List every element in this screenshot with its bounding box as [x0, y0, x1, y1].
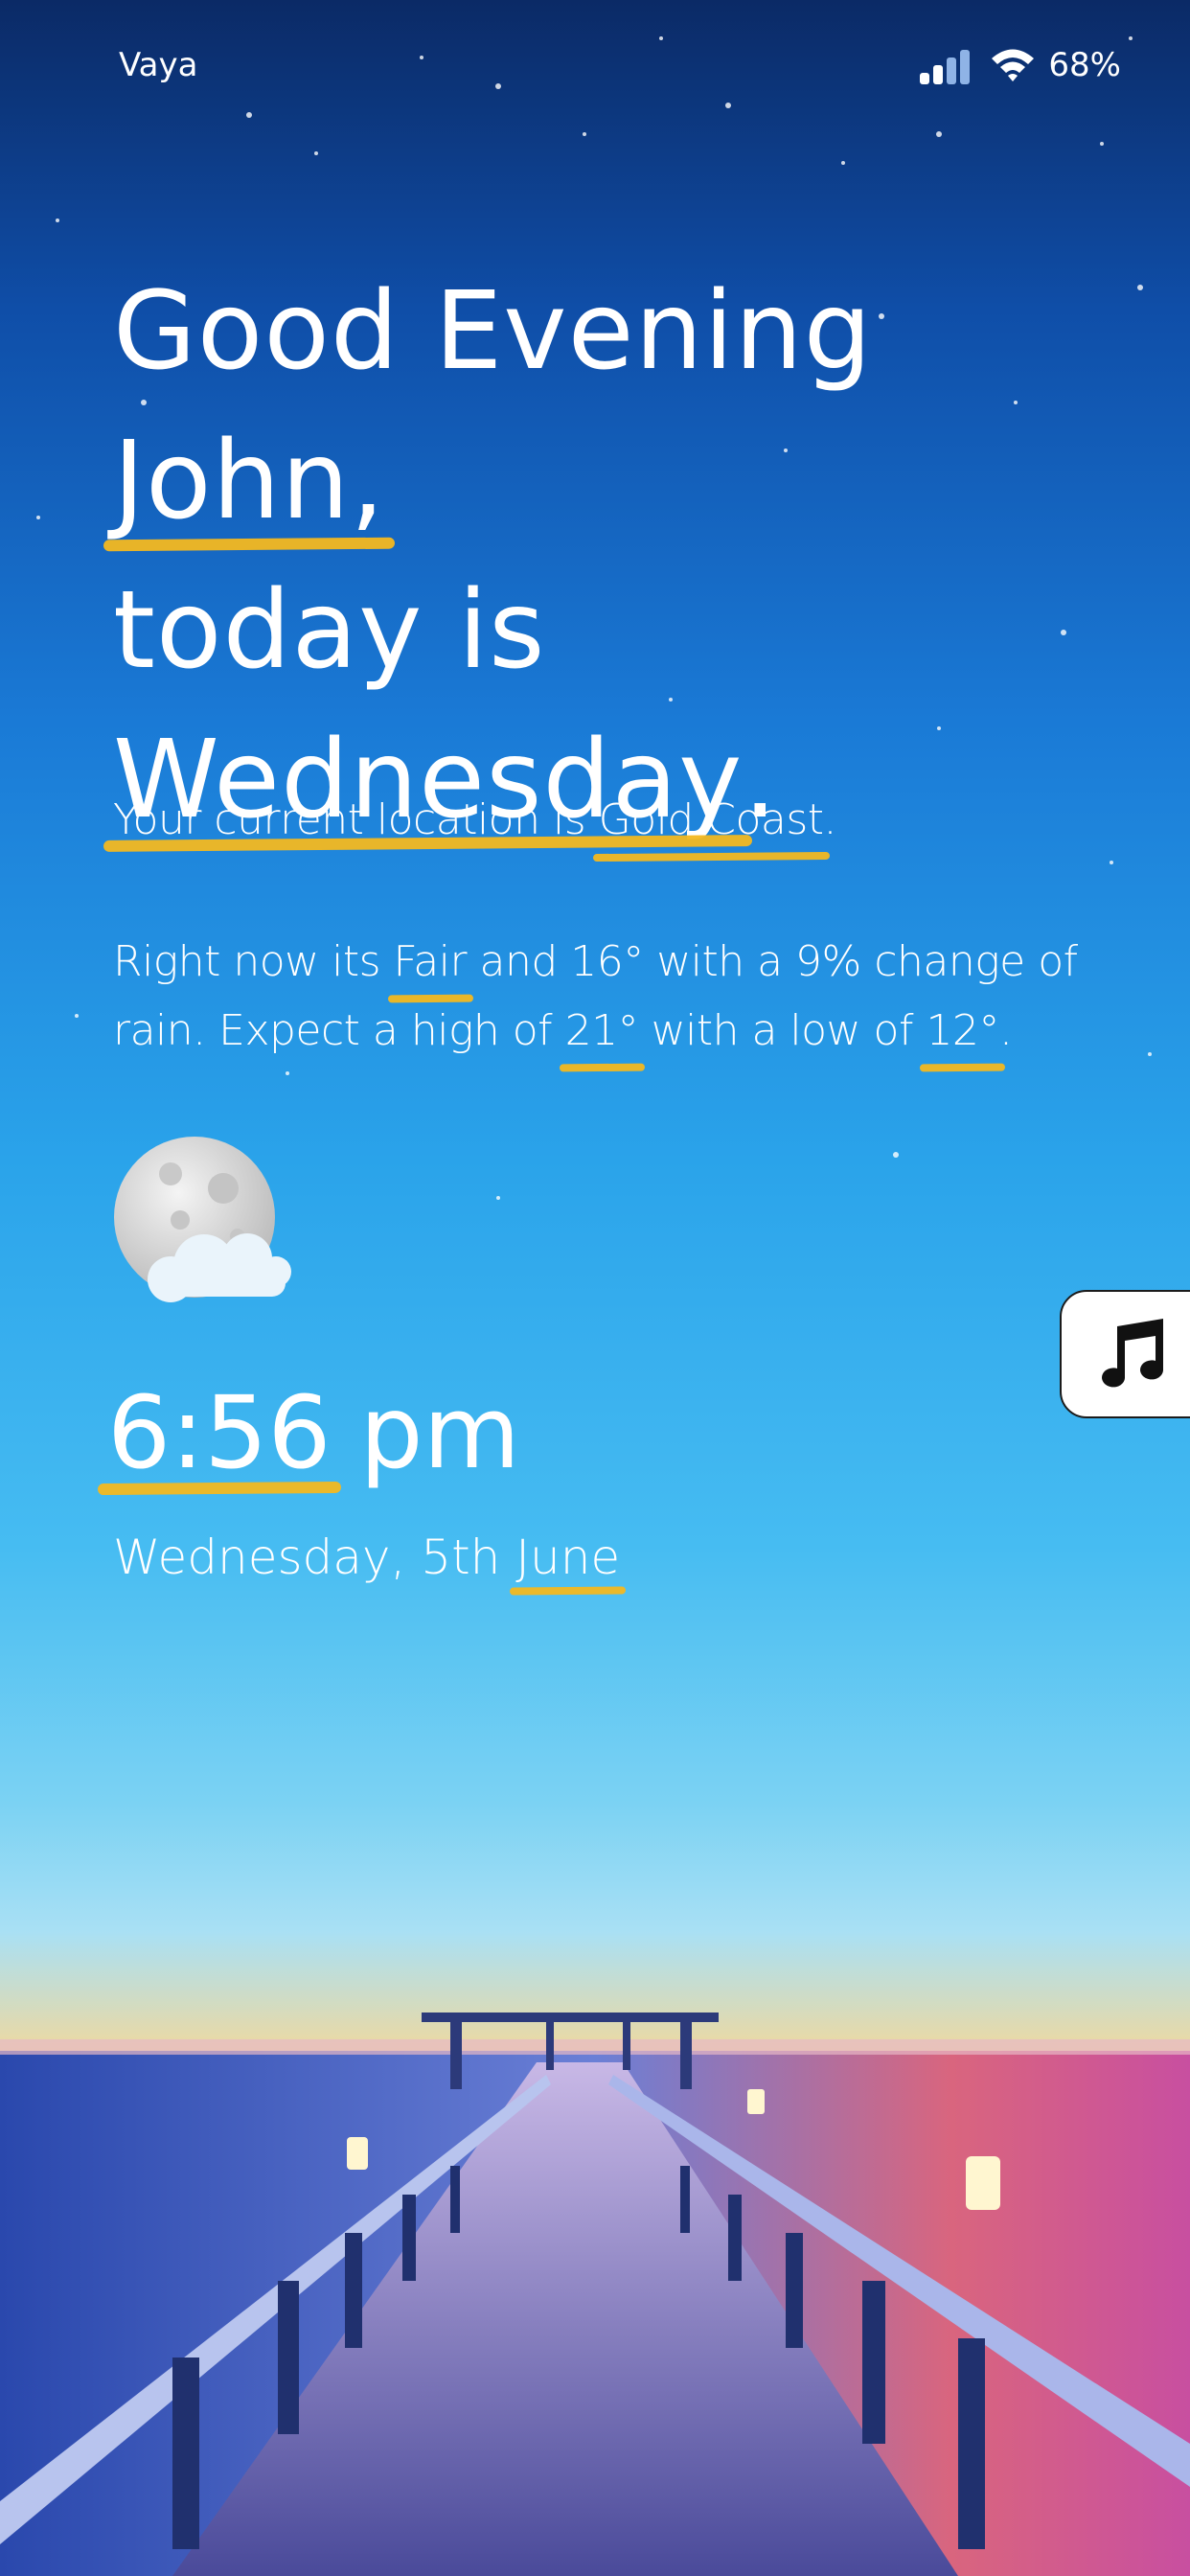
- weather-suffix: .: [998, 1006, 1013, 1055]
- weather-after-condition: and 16° with a 9% change of: [467, 937, 1079, 986]
- carrier-label: Vaya: [119, 46, 198, 84]
- battery-percent: 68%: [1048, 46, 1121, 84]
- greeting-line2: today is: [113, 568, 546, 693]
- location-prefix: Your current location is: [113, 795, 599, 844]
- status-bar: Vaya 68%: [0, 46, 1190, 92]
- user-name: John,: [113, 406, 385, 556]
- music-note-icon: [1102, 1319, 1163, 1388]
- clock-ampm: pm: [359, 1374, 520, 1491]
- weather-high: 21°: [565, 997, 639, 1066]
- wifi-icon: [992, 49, 1034, 81]
- clock-hm: 6:56: [107, 1366, 332, 1500]
- greeting-prefix: Good Evening: [113, 269, 908, 394]
- signal-icon: [920, 50, 970, 84]
- weather-mid: with a low of: [638, 1006, 927, 1055]
- date-month: June: [515, 1526, 620, 1589]
- location-city[interactable]: Gold Coast: [599, 786, 824, 855]
- moon-cloud-icon: [114, 1137, 291, 1302]
- weather-line2-prefix: rain. Expect a high of: [113, 1006, 565, 1055]
- music-button[interactable]: [1060, 1290, 1190, 1418]
- clock-time: 6:56 pm: [107, 1366, 520, 1500]
- weather-prefix: Right now its: [113, 937, 394, 986]
- weather-condition: Fair: [394, 928, 468, 997]
- pier-sunset-wallpaper: [0, 2012, 1190, 2576]
- location-suffix: .: [823, 795, 837, 844]
- weather-low: 12°: [926, 997, 999, 1066]
- greeting-headline: Good Evening John, today is Wednesday.: [113, 257, 1148, 855]
- weather-summary: Right now its Fair and 16° with a 9% cha…: [113, 928, 1129, 1066]
- date-prefix: Wednesday, 5th: [113, 1530, 516, 1585]
- lock-screen: Vaya 68% Good Evening John, today is Wed…: [0, 0, 1190, 2576]
- clock-date: Wednesday, 5th June: [113, 1526, 620, 1589]
- location-text: Your current location is Gold Coast.: [113, 786, 1119, 855]
